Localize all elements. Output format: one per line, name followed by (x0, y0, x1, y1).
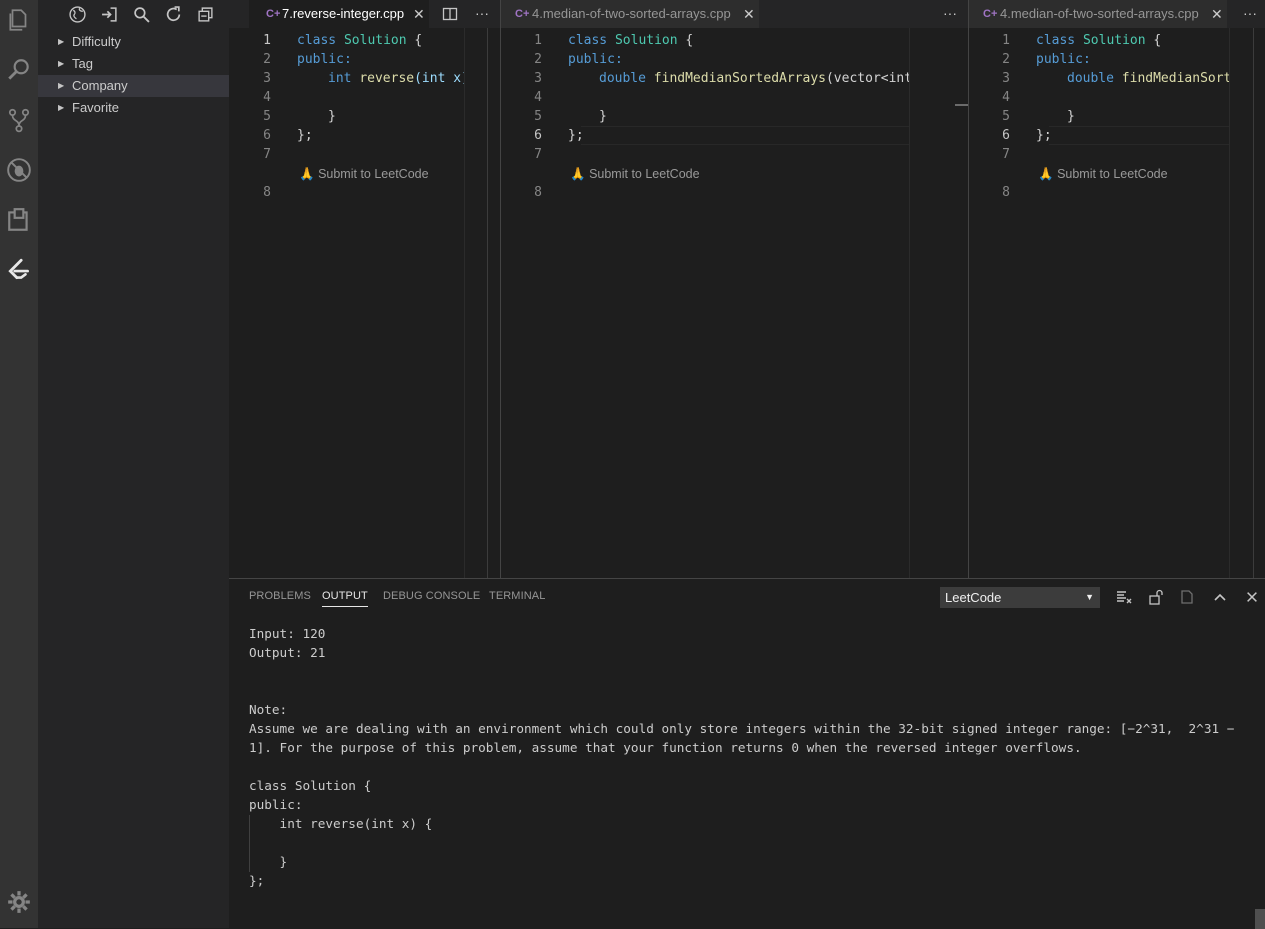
minimap[interactable] (1229, 28, 1252, 578)
bottom-panel: PROBLEMS OUTPUT DEBUG CONSOLE TERMINAL L… (229, 578, 1265, 929)
gear-icon[interactable] (0, 882, 38, 922)
indent-guide (249, 815, 250, 872)
lock-icon[interactable] (1146, 587, 1166, 607)
code-line: int reverse(int x) (328, 71, 469, 86)
split-editor-icon[interactable] (442, 0, 458, 28)
cpp-file-icon: C+ (983, 8, 998, 20)
tab-median-of-two-sorted-arrays[interactable]: C+ 4.median-of-two-sorted-arrays.cpp ✕ (501, 0, 759, 28)
explorer-icon[interactable] (0, 0, 38, 40)
refresh-icon[interactable] (163, 4, 183, 24)
source-control-icon[interactable] (0, 100, 38, 140)
pray-icon: 🙏 (299, 167, 315, 181)
code-line: } (1067, 109, 1075, 124)
output-line: public: (249, 797, 303, 812)
code-line: public: (297, 52, 352, 67)
code-line: double findMedianSortedArrays (1067, 71, 1229, 86)
code-line: class Solution { (297, 33, 423, 48)
code-line: public: (568, 52, 623, 67)
code-line: } (328, 109, 336, 124)
search-icon[interactable] (0, 50, 38, 90)
collapse-all-icon[interactable] (195, 4, 215, 24)
chevron-right-icon: ▶ (58, 81, 65, 90)
tab-median-of-two-sorted-arrays[interactable]: C+ 4.median-of-two-sorted-arrays.cpp ✕ (969, 0, 1227, 28)
tree-item-company[interactable]: ▶ Company (38, 75, 229, 97)
more-actions-icon[interactable]: ··· (943, 0, 957, 28)
output-line: }; (249, 873, 265, 888)
output-line: class Solution { (249, 778, 372, 793)
minimap[interactable] (464, 28, 487, 578)
code-line: } (599, 109, 607, 124)
close-icon[interactable]: ✕ (743, 0, 755, 28)
output-channel-select[interactable]: LeetCode ▼ (940, 587, 1100, 608)
code-line: class Solution { (1036, 33, 1162, 48)
maximize-panel-icon[interactable] (1210, 587, 1230, 607)
search-icon[interactable] (131, 4, 151, 24)
leetcode-icon[interactable] (0, 250, 38, 290)
current-line-highlight (1049, 126, 1229, 145)
minimap[interactable] (909, 28, 954, 578)
open-log-icon[interactable] (1177, 587, 1197, 607)
sidebar: ▶ Difficulty ▶ Tag ▶ Company ▶ Favorite (38, 0, 229, 928)
tree-item-favorite[interactable]: ▶ Favorite (38, 97, 229, 119)
tree-item-difficulty[interactable]: ▶ Difficulty (38, 31, 229, 53)
globe-icon[interactable] (67, 4, 87, 24)
tab-bar: C+ 7.reverse-integer.cpp ✕ ··· (229, 0, 500, 28)
sign-in-icon[interactable] (99, 4, 119, 24)
activity-bar (0, 0, 38, 928)
sidebar-toolbar (38, 0, 229, 28)
tab-reverse-integer[interactable]: C+ 7.reverse-integer.cpp ✕ (249, 0, 429, 28)
editor-group-1: C+ 7.reverse-integer.cpp ✕ ··· 1 2 3 4 5… (229, 0, 500, 578)
output-line: Output: 21 (249, 645, 326, 660)
panel-tab-output[interactable]: OUTPUT (322, 590, 368, 607)
editor-group-3: C+ 4.median-of-two-sorted-arrays.cpp ✕ ·… (969, 0, 1265, 578)
extensions-icon[interactable] (0, 200, 38, 240)
pray-icon: 🙏 (1038, 167, 1054, 181)
output-line: } (249, 854, 288, 869)
editor-group-2: C+ 4.median-of-two-sorted-arrays.cpp ✕ ·… (501, 0, 968, 578)
submit-codelens[interactable]: 🙏 Submit to LeetCode (1038, 165, 1168, 184)
tab-bar: C+ 4.median-of-two-sorted-arrays.cpp ✕ ·… (969, 0, 1265, 28)
scrollbar-thumb[interactable] (1255, 909, 1265, 929)
output-line: 1]. For the purpose of this problem, ass… (249, 740, 1082, 755)
clear-output-icon[interactable] (1114, 587, 1134, 607)
close-icon[interactable]: ✕ (413, 0, 425, 28)
panel-tab-terminal[interactable]: TERMINAL (489, 590, 545, 602)
code-line: double findMedianSortedArrays(vector<int… (599, 71, 909, 86)
cpp-file-icon: C+ (515, 8, 530, 20)
more-actions-icon[interactable]: ··· (1243, 0, 1257, 28)
more-actions-icon[interactable]: ··· (475, 0, 489, 28)
panel-tab-problems[interactable]: PROBLEMS (249, 590, 311, 602)
chevron-right-icon: ▶ (58, 103, 65, 112)
current-line-highlight (581, 126, 909, 145)
chevron-right-icon: ▶ (58, 37, 65, 46)
output-line: Note: (249, 702, 288, 717)
tab-bar: C+ 4.median-of-two-sorted-arrays.cpp ✕ ·… (501, 0, 968, 28)
output-line: Assume we are dealing with an environmen… (249, 721, 1235, 736)
chevron-right-icon: ▶ (58, 59, 65, 68)
close-panel-icon[interactable] (1242, 587, 1262, 607)
chevron-down-icon: ▼ (1085, 592, 1094, 602)
close-icon[interactable]: ✕ (1211, 0, 1223, 28)
scrollbar[interactable] (1253, 28, 1254, 578)
output-line: int reverse(int x) { (249, 816, 433, 831)
output-line: Input: 120 (249, 626, 326, 641)
code-line: class Solution { (568, 33, 694, 48)
code-line: public: (1036, 52, 1091, 67)
pray-icon: 🙏 (570, 167, 586, 181)
submit-codelens[interactable]: 🙏 Submit to LeetCode (570, 165, 700, 184)
submit-codelens[interactable]: 🙏 Submit to LeetCode (299, 165, 429, 184)
scrollbar-thumb[interactable] (955, 104, 968, 106)
cpp-file-icon: C+ (266, 8, 281, 20)
code-line: }; (297, 128, 313, 143)
tree-item-tag[interactable]: ▶ Tag (38, 53, 229, 75)
debug-icon[interactable] (0, 150, 38, 190)
output-view[interactable]: Input: 120 Output: 21 Note: Assume we ar… (249, 624, 1249, 890)
panel-tab-debug-console[interactable]: DEBUG CONSOLE (383, 590, 480, 602)
scrollbar[interactable] (487, 28, 488, 578)
